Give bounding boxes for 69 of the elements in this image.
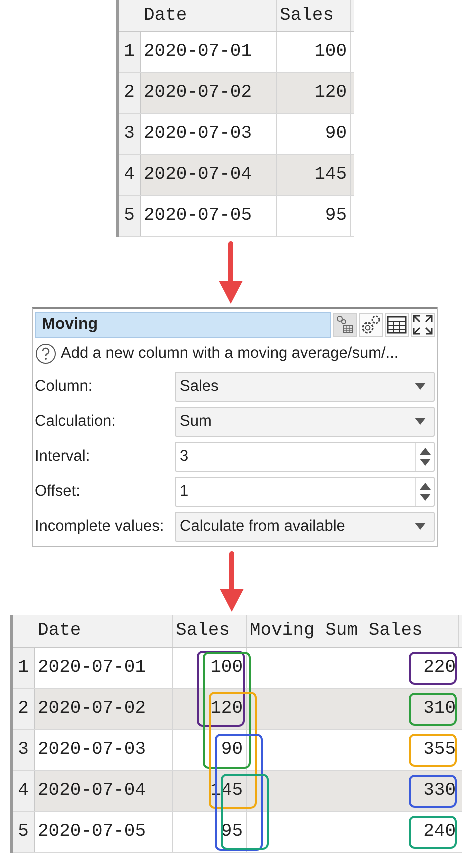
table-cell: 2020-07-05	[141, 196, 277, 236]
table-cell-text: 240	[422, 821, 457, 844]
column-header[interactable]: Sales	[173, 615, 247, 647]
table-cell: 120	[173, 689, 247, 729]
table-cell: 120	[277, 73, 351, 113]
table-cell: 95	[173, 812, 247, 852]
table-cell: 2020-07-03	[141, 114, 277, 154]
row-number: 5	[119, 196, 141, 236]
table-cell: 145	[277, 155, 351, 195]
up-arrow-icon[interactable]	[420, 448, 430, 454]
row-number: 5	[13, 812, 35, 852]
row-number: 4	[119, 155, 141, 195]
table-cell: 95	[277, 196, 351, 236]
down-arrow-icon[interactable]	[420, 458, 430, 466]
down-arrow	[220, 551, 244, 613]
row-number: 2	[119, 73, 141, 113]
row-number: 2	[13, 689, 35, 729]
field-label: Incomplete values:	[35, 518, 166, 536]
table-cell: 2020-07-04	[35, 771, 173, 811]
row-number: 1	[13, 648, 35, 688]
down-arrow	[219, 241, 243, 305]
table-icon	[387, 316, 407, 334]
caret-icon	[415, 418, 426, 425]
table-cell: 2020-07-02	[141, 73, 277, 113]
table-cell: 2020-07-01	[35, 648, 173, 688]
table-cell: 2020-07-03	[35, 730, 173, 770]
table-cell: 2020-07-01	[141, 32, 277, 72]
table-cell-text: 220	[422, 657, 457, 680]
table-cell: 2020-07-02	[35, 689, 173, 729]
column-header[interactable]: Date	[35, 615, 173, 647]
table-cell-text: 310	[422, 698, 457, 721]
title-field[interactable]: Moving	[35, 312, 331, 338]
caret-icon	[415, 523, 426, 530]
table-cell: 90	[173, 730, 247, 770]
dropdown[interactable]: Sales	[175, 372, 435, 402]
relation-button[interactable]	[333, 313, 357, 337]
table-cell: 2020-07-04	[141, 155, 277, 195]
field-label: Calculation:	[35, 412, 117, 430]
down-arrow-icon[interactable]	[420, 494, 430, 500]
column-header[interactable]: Sales	[277, 0, 351, 31]
description-text: Add a new column with a moving average/sum/...	[61, 345, 399, 363]
caret-icon	[415, 383, 426, 390]
dropdown[interactable]: Sum	[175, 406, 435, 436]
number-field[interactable]: 1	[175, 476, 435, 506]
field-label: Interval:	[35, 448, 92, 466]
settings-button[interactable]	[359, 313, 383, 337]
row-number: 3	[13, 730, 35, 770]
table-button[interactable]	[385, 313, 409, 337]
column-header[interactable]: Moving Sum Sales	[247, 615, 459, 647]
table-cell-text: 355	[422, 739, 457, 762]
expand-button[interactable]	[411, 313, 435, 337]
row-number: 1	[119, 32, 141, 72]
help-icon[interactable]	[35, 343, 57, 365]
row-number: 4	[13, 771, 35, 811]
field-label: Column:	[35, 378, 94, 396]
dropdown[interactable]: Calculate from available	[175, 512, 435, 542]
settings-icon	[360, 314, 382, 336]
table-cell: 2020-07-05	[35, 812, 173, 852]
column-header[interactable]: Date	[141, 0, 277, 31]
relation-icon	[335, 315, 355, 335]
table-cell: 100	[173, 648, 247, 688]
row-number: 3	[119, 114, 141, 154]
table-cell: 100	[277, 32, 351, 72]
up-arrow-icon[interactable]	[420, 482, 430, 490]
table-cell: 90	[277, 114, 351, 154]
number-field[interactable]: 3	[175, 442, 435, 472]
field-label: Offset:	[35, 482, 82, 500]
table-cell-text: 330	[422, 780, 457, 803]
expand-icon	[412, 314, 434, 336]
